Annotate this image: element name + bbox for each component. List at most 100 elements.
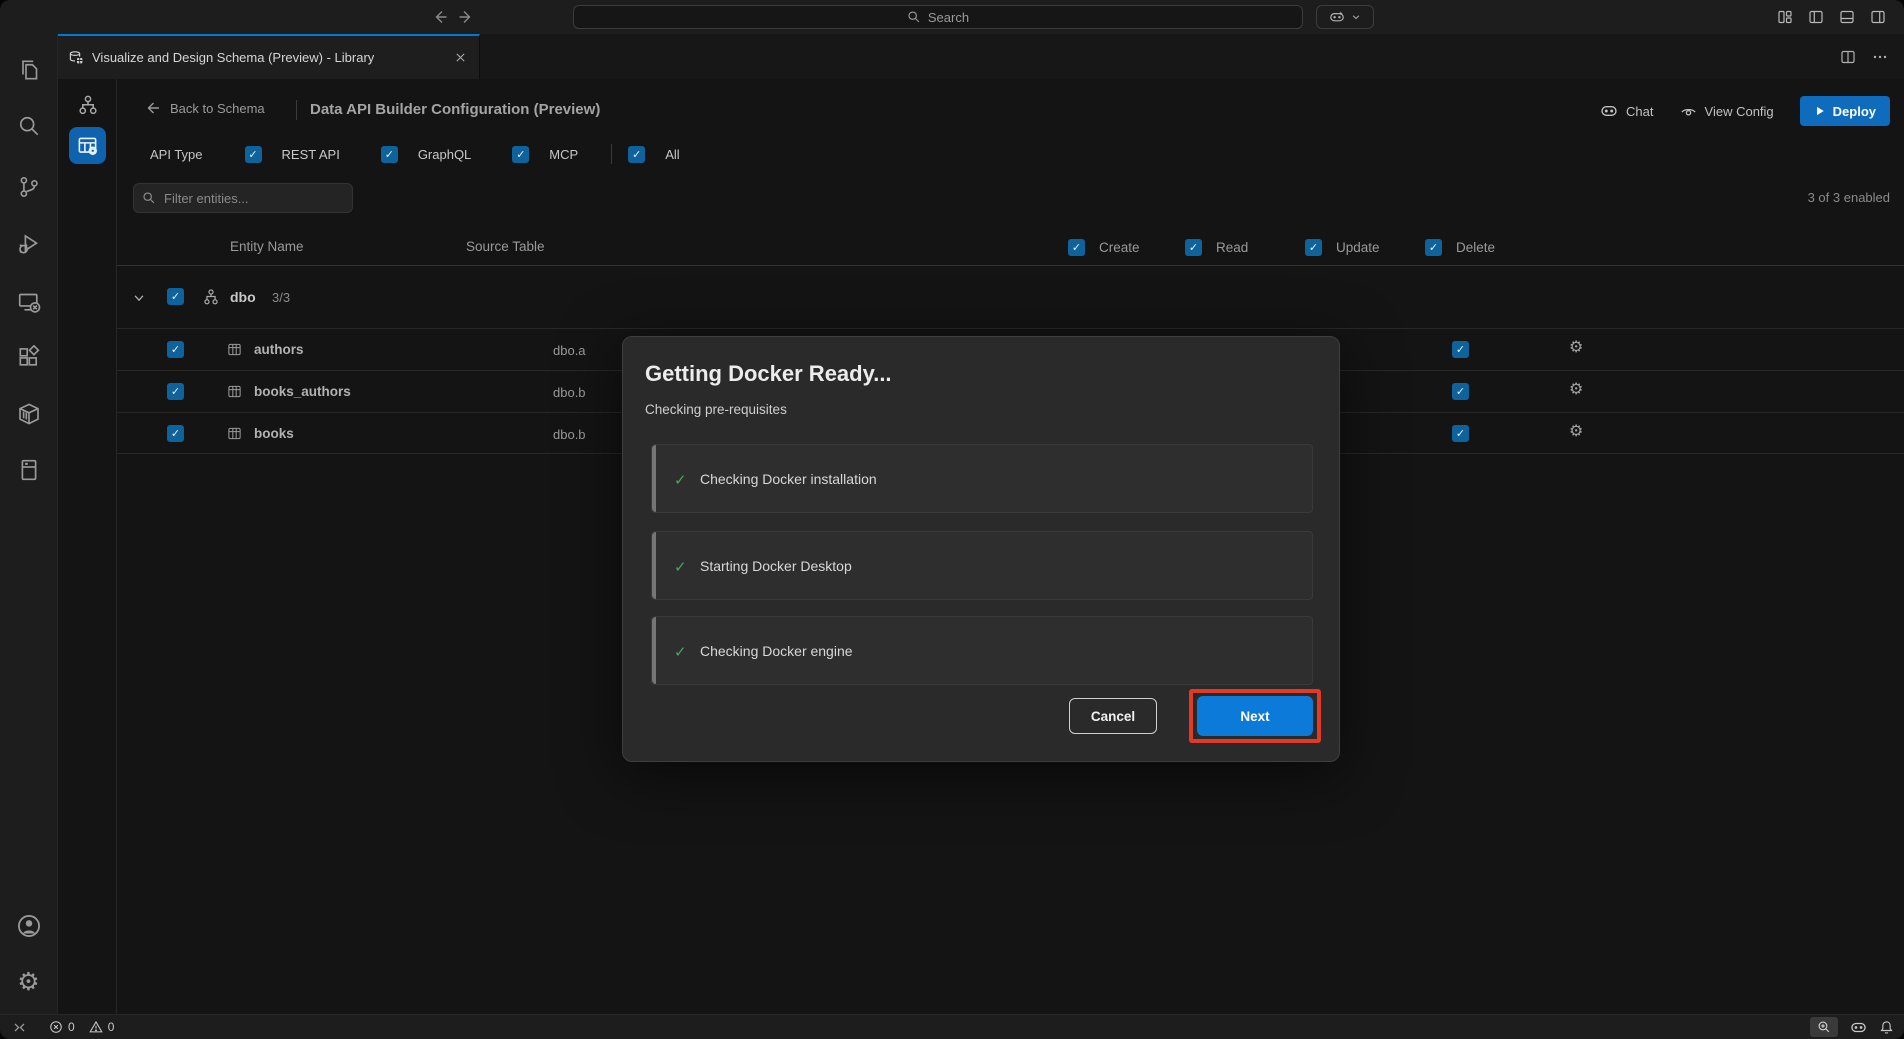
entity-name: books_authors	[254, 384, 351, 399]
sql-database-icon[interactable]	[17, 458, 41, 482]
graphql-checkbox[interactable]	[381, 146, 398, 163]
schema-icon	[202, 288, 220, 306]
editor-tab-bar: Visualize and Design Schema (Preview) - …	[58, 34, 1904, 79]
col-create: Create	[1099, 240, 1140, 255]
editor-more-actions-icon[interactable]	[1872, 49, 1888, 65]
tab-close-icon[interactable]	[454, 51, 467, 64]
copilot-chat-menu-button[interactable]	[1316, 5, 1374, 29]
remote-indicator-icon[interactable]	[12, 1020, 27, 1035]
step-accent-bar	[652, 445, 656, 512]
run-debug-icon[interactable]	[17, 232, 41, 256]
account-icon[interactable]	[16, 913, 42, 939]
remote-explorer-icon[interactable]	[17, 290, 41, 314]
step-docker-desktop: ✓ Starting Docker Desktop	[651, 531, 1313, 600]
warning-icon	[89, 1020, 103, 1034]
explorer-icon[interactable]	[17, 58, 41, 82]
zoom-in-status-icon[interactable]	[1810, 1017, 1838, 1037]
mcp-label: MCP	[549, 147, 578, 162]
group-expand-chevron-icon[interactable]	[132, 291, 146, 305]
group-checkbox[interactable]	[167, 288, 184, 305]
schema-visualize-icon[interactable]	[77, 94, 99, 116]
deploy-label: Deploy	[1833, 104, 1876, 119]
toggle-panel-icon[interactable]	[1839, 9, 1855, 25]
play-icon	[1814, 105, 1826, 117]
next-label: Next	[1240, 709, 1269, 724]
table-grid-icon	[227, 426, 242, 441]
search-sidebar-icon[interactable]	[17, 114, 41, 138]
warning-count: 0	[108, 1020, 115, 1034]
copilot-icon	[1600, 102, 1618, 120]
rest-api-checkbox[interactable]	[245, 146, 262, 163]
read-all-checkbox[interactable]	[1185, 239, 1202, 256]
dialog-title: Getting Docker Ready...	[645, 361, 892, 387]
col-delete: Delete	[1456, 240, 1495, 255]
mcp-checkbox[interactable]	[512, 146, 529, 163]
step-label: Checking Docker installation	[700, 471, 877, 487]
source-control-icon[interactable]	[17, 175, 41, 199]
row-settings-gear-icon[interactable]: ⚙	[1569, 424, 1583, 440]
tab-visualize-design-schema[interactable]: Visualize and Design Schema (Preview) - …	[58, 34, 480, 79]
copilot-icon	[1329, 9, 1345, 25]
activity-bar: ⚙	[0, 34, 58, 1014]
api-filter-separator	[611, 144, 612, 164]
notifications-bell-icon[interactable]	[1879, 1020, 1894, 1035]
nav-forward-icon[interactable]	[458, 9, 474, 25]
create-all-checkbox[interactable]	[1068, 239, 1085, 256]
step-accent-bar	[652, 617, 656, 684]
search-placeholder: Search	[928, 10, 969, 25]
row-checkbox[interactable]	[167, 383, 184, 400]
title-bar: Search	[0, 0, 1904, 34]
search-icon	[907, 10, 921, 24]
schema-group-row: dbo 3/3	[117, 266, 1904, 328]
extensions-icon[interactable]	[17, 345, 41, 369]
nav-back-icon[interactable]	[432, 9, 448, 25]
settings-gear-icon[interactable]: ⚙	[17, 970, 39, 995]
tab-label: Visualize and Design Schema (Preview) - …	[92, 50, 374, 65]
dab-config-tab-icon[interactable]	[69, 127, 106, 164]
toggle-secondary-sidebar-icon[interactable]	[1870, 9, 1886, 25]
row-delete-checkbox[interactable]	[1452, 341, 1469, 358]
command-center-search[interactable]: Search	[573, 5, 1303, 29]
entity-name: books	[254, 426, 294, 441]
customize-layout-icon[interactable]	[1777, 9, 1793, 25]
view-config-button[interactable]: View Config	[1680, 103, 1774, 120]
error-icon	[49, 1020, 63, 1034]
split-editor-icon[interactable]	[1840, 49, 1856, 65]
database-designer-icon	[68, 50, 84, 66]
container-tools-icon[interactable]	[17, 402, 41, 426]
col-read: Read	[1216, 240, 1248, 255]
docker-ready-dialog: Getting Docker Ready... Checking pre-req…	[622, 336, 1340, 762]
col-update: Update	[1336, 240, 1380, 255]
next-button[interactable]: Next	[1197, 696, 1313, 736]
row-delete-checkbox[interactable]	[1452, 383, 1469, 400]
all-apis-checkbox[interactable]	[628, 146, 645, 163]
deploy-button[interactable]: Deploy	[1800, 96, 1890, 126]
copilot-status-icon[interactable]	[1850, 1019, 1867, 1036]
col-source-table: Source Table	[466, 239, 545, 254]
step-docker-engine: ✓ Checking Docker engine	[651, 616, 1313, 685]
group-name: dbo	[230, 289, 256, 305]
row-checkbox[interactable]	[167, 341, 184, 358]
table-grid-icon	[227, 342, 242, 357]
step-label: Starting Docker Desktop	[700, 558, 852, 574]
back-to-schema-link[interactable]: Back to Schema	[145, 100, 265, 116]
row-settings-gear-icon[interactable]: ⚙	[1569, 340, 1583, 356]
col-entity-name: Entity Name	[230, 239, 304, 254]
row-checkbox[interactable]	[167, 425, 184, 442]
all-apis-label: All	[665, 147, 679, 162]
header-divider	[296, 100, 297, 120]
cancel-button[interactable]: Cancel	[1069, 698, 1157, 734]
toggle-primary-sidebar-icon[interactable]	[1808, 9, 1824, 25]
chat-button[interactable]: Chat	[1600, 102, 1653, 120]
rest-api-label: REST API	[282, 147, 340, 162]
row-delete-checkbox[interactable]	[1452, 425, 1469, 442]
filter-entities-input[interactable]	[133, 183, 353, 213]
delete-all-checkbox[interactable]	[1425, 239, 1442, 256]
step-label: Checking Docker engine	[700, 643, 853, 659]
page-title: Data API Builder Configuration (Preview)	[310, 101, 600, 118]
entity-name: authors	[254, 342, 304, 357]
row-settings-gear-icon[interactable]: ⚙	[1569, 382, 1583, 398]
update-all-checkbox[interactable]	[1305, 239, 1322, 256]
problems-indicator[interactable]: 0 0	[49, 1020, 114, 1034]
table-header: Entity Name Source Table Create Read Upd…	[117, 230, 1904, 266]
